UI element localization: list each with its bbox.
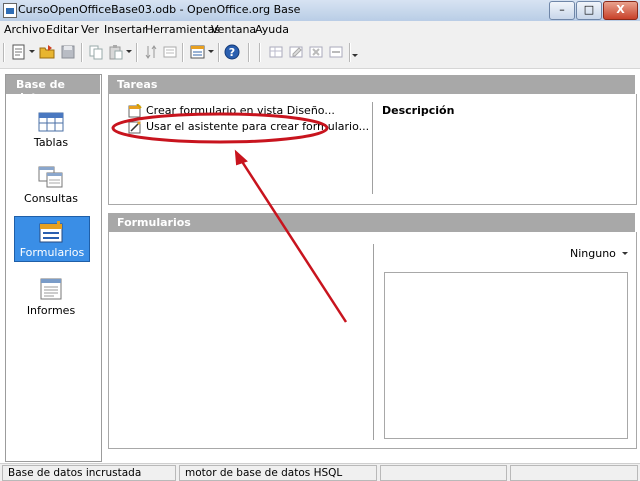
edit-icon[interactable] [288, 44, 304, 60]
menu-bar: Archivo Editar Ver Insertar Herramientas… [0, 21, 640, 38]
status-field-db-type: Base de datos incrustada [2, 465, 176, 481]
form-icon [39, 221, 63, 243]
task-use-form-wizard[interactable]: Usar el asistente para crear formulario.… [128, 120, 369, 134]
toolbar-separator [182, 43, 184, 62]
sort-icon[interactable] [144, 44, 160, 60]
form-dropdown-arrow[interactable] [208, 50, 214, 54]
task-label: Usar el asistente para crear formulario.… [146, 120, 370, 133]
toolbar-overflow-arrow[interactable] [352, 54, 358, 58]
menu-herramientas[interactable]: Herramientas [145, 23, 220, 36]
preview-mode-select[interactable]: Ninguno [570, 247, 630, 261]
toolbar-separator [81, 43, 83, 62]
window-title: CursoOpenOfficeBase03.odb - OpenOffice.o… [18, 3, 301, 16]
status-text: motor de base de datos HSQL [185, 467, 343, 479]
forms-header: Formularios [108, 213, 635, 232]
form-wizard-icon [128, 121, 141, 134]
minimize-button[interactable]: – [549, 1, 575, 20]
table-icon [38, 112, 64, 132]
toolbar-separator [136, 43, 138, 62]
maximize-button[interactable]: □ [576, 1, 602, 20]
forms-divider [373, 244, 374, 440]
status-text: Base de datos incrustada [8, 467, 142, 479]
new-dropdown-arrow[interactable] [29, 50, 35, 54]
sidebar-item-formularios[interactable]: Formularios [14, 216, 90, 262]
status-bar: Base de datos incrustada motor de base d… [0, 463, 640, 481]
toolbar-separator [218, 43, 220, 62]
menu-ayuda[interactable]: Ayuda [255, 23, 289, 36]
delete-icon[interactable] [308, 44, 324, 60]
database-panel-header: Base de datos [6, 75, 100, 104]
status-field-empty [380, 465, 507, 481]
description-label: Descripción [382, 104, 455, 117]
preview-area [384, 272, 628, 439]
chevron-down-icon [622, 252, 628, 255]
table-icon[interactable] [268, 44, 284, 60]
status-field-engine: motor de base de datos HSQL [179, 465, 377, 481]
preview-mode-value: Ninguno [570, 247, 616, 260]
save-icon[interactable] [60, 44, 76, 60]
database-panel-title: Base de datos [16, 78, 65, 104]
menu-ventana[interactable]: Ventana [211, 23, 256, 36]
paste-icon[interactable] [108, 44, 124, 60]
toolbar-separator [248, 43, 250, 62]
sort-desc-icon[interactable] [162, 44, 178, 60]
toolbar-separator [349, 43, 351, 62]
sidebar-item-label: Informes [26, 304, 76, 317]
svg-text:?: ? [229, 46, 235, 59]
paste-dropdown-arrow[interactable] [126, 50, 132, 54]
forms-title: Formularios [117, 216, 191, 229]
tasks-divider [372, 102, 373, 194]
menu-archivo[interactable]: Archivo [4, 23, 45, 36]
rename-icon[interactable] [328, 44, 344, 60]
sidebar-item-informes[interactable]: Informes [14, 272, 88, 328]
query-icon [38, 166, 63, 188]
close-button[interactable]: X [603, 1, 638, 20]
menu-editar[interactable]: Editar [46, 23, 79, 36]
toolbar: ? [0, 38, 640, 69]
report-icon [40, 278, 62, 300]
app-icon [3, 3, 17, 18]
sidebar-item-label: Consultas [24, 192, 78, 205]
tasks-title: Tareas [117, 78, 158, 91]
copy-icon[interactable] [88, 44, 104, 60]
title-bar: CursoOpenOfficeBase03.odb - OpenOffice.o… [0, 0, 640, 22]
tasks-header: Tareas [108, 75, 635, 94]
open-folder-icon[interactable] [39, 44, 55, 60]
sidebar-item-consultas[interactable]: Consultas [14, 160, 88, 216]
sidebar-item-label: Formularios [19, 246, 85, 259]
form-design-icon [128, 104, 142, 118]
sidebar-item-tablas[interactable]: Tablas [14, 104, 88, 160]
help-icon[interactable]: ? [224, 44, 240, 60]
sidebar-item-label: Tablas [33, 136, 69, 149]
status-field-empty [510, 465, 638, 481]
toolbar-grip [3, 43, 5, 62]
new-document-icon[interactable] [11, 44, 27, 60]
task-create-form-design-view[interactable]: Crear formulario en vista Diseño... [128, 104, 335, 118]
toolbar-separator [259, 43, 261, 62]
task-label: Crear formulario en vista Diseño... [146, 104, 335, 117]
menu-insertar[interactable]: Insertar [104, 23, 147, 36]
menu-ver[interactable]: Ver [81, 23, 99, 36]
form-icon[interactable] [190, 44, 206, 60]
